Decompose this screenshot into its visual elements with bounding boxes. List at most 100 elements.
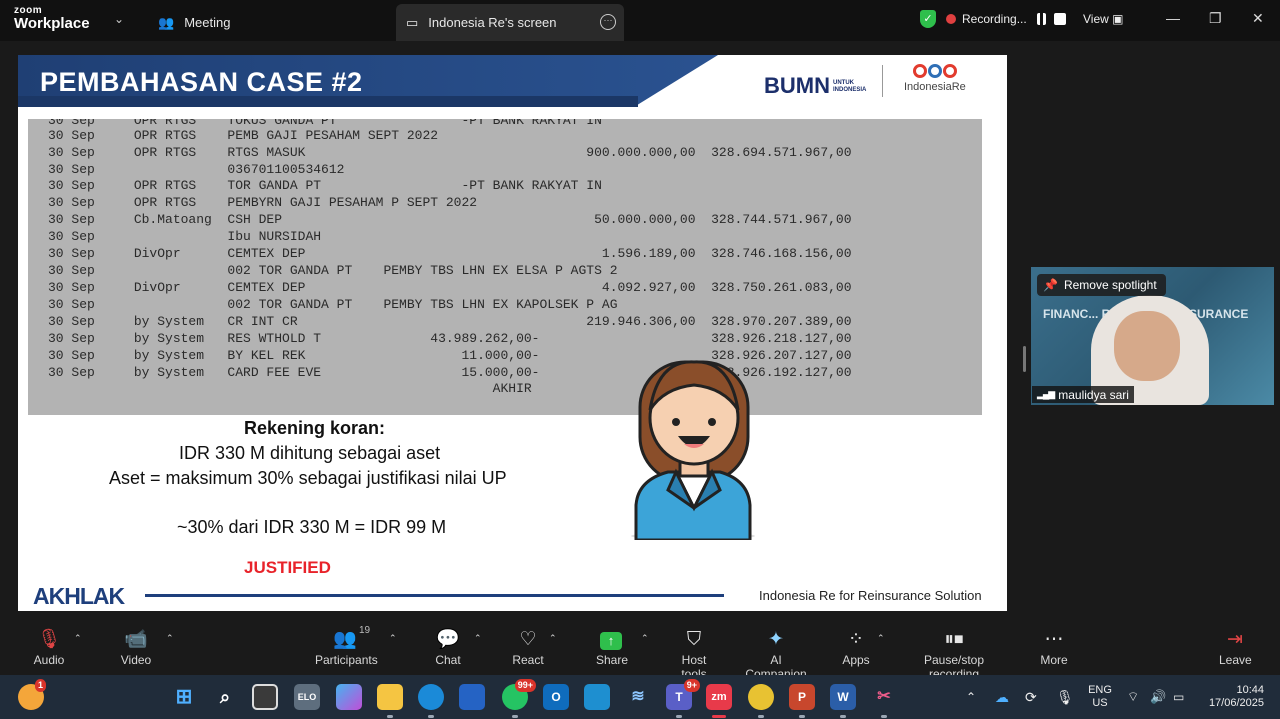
- panel-resize-handle[interactable]: [1023, 346, 1026, 372]
- bumn-logo-sub: UNTUK INDONESIA: [833, 80, 867, 94]
- whatsapp-badge: 99+: [514, 679, 536, 692]
- open-indicator: [512, 715, 518, 718]
- task-view-icon[interactable]: [252, 684, 278, 710]
- search-icon[interactable]: ⌕: [212, 684, 238, 710]
- close-icon[interactable]: ✕: [1252, 10, 1264, 27]
- slide-footer-text: Indonesia Re for Reinsurance Solution: [759, 588, 982, 603]
- security-shield-icon[interactable]: ✓: [920, 10, 936, 28]
- speaker-video-tile[interactable]: FINANC... RITING & CO... SURANCE 📌 Remov…: [1031, 267, 1274, 405]
- leave-label: Leave: [1219, 653, 1252, 667]
- tab-shared-screen[interactable]: ▭ Indonesia Re's screen ···: [396, 4, 624, 41]
- app-icon[interactable]: ≋: [625, 684, 651, 710]
- recording-dot-icon: [946, 14, 956, 24]
- zoom-workplace-logo[interactable]: zoom Workplace: [14, 6, 90, 32]
- onedrive-icon[interactable]: ☁: [995, 684, 1009, 710]
- open-indicator: [676, 715, 682, 718]
- slide-text-line: ~30% dari IDR 330 M = IDR 99 M: [177, 517, 447, 537]
- pause-recording-icon[interactable]: [1036, 13, 1046, 25]
- audio-options-caret-icon[interactable]: ⌃: [74, 633, 82, 644]
- chat-icon: 💬: [436, 629, 460, 650]
- apps-options-caret-icon[interactable]: ⌃: [877, 633, 885, 644]
- statement-row: 30 Sep OPR RTGS PEMBYRN GAJI PESAHAM P S…: [48, 195, 478, 210]
- clock-date: 17/06/2025: [1208, 697, 1264, 709]
- whatsapp-icon[interactable]: 99+: [502, 679, 536, 718]
- chat-button[interactable]: 💬 Chat: [433, 627, 463, 667]
- statement-row: 30 Sep OPR RTGS TOKUS GANDA PT -PT BANK …: [48, 119, 602, 128]
- verdict-label: JUSTIFIED: [244, 558, 331, 577]
- wifi-icon[interactable]: ⌔: [1127, 684, 1139, 710]
- pause-stop-recording-button[interactable]: ⏸⏹ Pause/stop recording: [900, 627, 1008, 681]
- microphone-icon[interactable]: 🎙: [1056, 684, 1074, 710]
- react-heart-icon: ♡: [519, 629, 537, 650]
- weather-widget-icon[interactable]: 1: [18, 679, 46, 710]
- open-indicator: [387, 715, 393, 718]
- shared-slide: PEMBAHASAN CASE #2 BUMN UNTUK INDONESIA I…: [18, 55, 1007, 611]
- microphone-muted-icon: 🎙: [36, 629, 62, 650]
- teams-icon[interactable]: T 9+: [666, 679, 700, 718]
- language-indicator[interactable]: ENG US: [1086, 684, 1114, 710]
- share-label: Share: [596, 653, 629, 667]
- share-options-caret-icon[interactable]: ⌃: [641, 633, 649, 644]
- outlook-icon[interactable]: O: [543, 684, 569, 710]
- more-options-icon[interactable]: ···: [600, 14, 616, 30]
- statement-row: AKHIR G: [48, 381, 688, 396]
- audio-label: Audio: [33, 653, 65, 667]
- ai-companion-button[interactable]: ✦ AI Companion: [739, 627, 813, 681]
- video-button[interactable]: 📹 Video: [116, 627, 156, 667]
- remove-spotlight-button[interactable]: 📌 Remove spotlight: [1037, 274, 1166, 296]
- file-explorer-icon[interactable]: [377, 684, 403, 718]
- meeting-icon: 👥: [158, 14, 175, 30]
- share-button[interactable]: ↑ Share: [596, 627, 629, 667]
- brand-workplace: Workplace: [14, 15, 90, 32]
- remove-spotlight-label: Remove spotlight: [1063, 278, 1157, 292]
- battery-icon[interactable]: ▭: [1173, 684, 1184, 710]
- leave-button[interactable]: ⇥ Leave: [1219, 627, 1252, 667]
- apps-button[interactable]: ⁘ Apps: [842, 627, 870, 667]
- recording-label: Recording...: [962, 12, 1027, 26]
- more-button[interactable]: ⋯ More: [1039, 627, 1069, 667]
- copilot-icon[interactable]: [336, 684, 362, 710]
- word-icon[interactable]: W: [830, 684, 856, 718]
- tab-meeting[interactable]: 👥 Meeting: [158, 4, 230, 41]
- chrome-icon[interactable]: [748, 684, 774, 718]
- stop-recording-icon[interactable]: [1053, 13, 1066, 25]
- indonesiare-logo: IndonesiaRe: [904, 64, 966, 93]
- share-screen-icon: ↑: [600, 632, 622, 650]
- edge-browser-icon[interactable]: [418, 684, 444, 718]
- zoom-app-icon[interactable]: zm: [706, 684, 732, 718]
- microsoft-store-icon[interactable]: [459, 684, 485, 710]
- statement-row: 30 Sep DivOpr CEMTEX DEP 4.092.927,00 32…: [48, 280, 852, 295]
- statement-row: 30 Sep 036701100534612: [48, 162, 345, 177]
- volume-icon[interactable]: 🔊: [1150, 684, 1166, 710]
- chat-options-caret-icon[interactable]: ⌃: [474, 633, 482, 644]
- share-icon-wrap: ↑: [596, 627, 626, 653]
- clock[interactable]: 10:44 17/06/2025: [1198, 684, 1264, 710]
- participants-options-caret-icon[interactable]: ⌃: [389, 633, 397, 644]
- host-tools-button[interactable]: ⛉ Host tools: [668, 627, 720, 681]
- react-button[interactable]: ♡ React: [512, 627, 544, 667]
- slide-subheading: Rekening koran:: [244, 418, 386, 438]
- powerpoint-icon[interactable]: P: [789, 684, 815, 718]
- chat-label: Chat: [435, 653, 461, 667]
- calculator-icon[interactable]: [584, 684, 610, 710]
- sync-icon[interactable]: ⟳: [1025, 684, 1037, 710]
- video-options-caret-icon[interactable]: ⌃: [166, 633, 174, 644]
- teams-badge: 9+: [683, 679, 700, 692]
- participants-label: Participants: [315, 653, 378, 667]
- elo-app-icon[interactable]: ELO: [294, 684, 320, 710]
- view-button[interactable]: View ▣: [1083, 12, 1123, 26]
- video-label: Video: [120, 653, 152, 667]
- participants-button[interactable]: 👥 19 Participants: [315, 625, 378, 667]
- react-options-caret-icon[interactable]: ⌃: [549, 633, 557, 644]
- show-hidden-icons-icon[interactable]: ⌃: [966, 684, 976, 710]
- windows-start-icon[interactable]: ⊞: [171, 684, 197, 710]
- apps-icon: ⁘: [848, 629, 864, 650]
- windows-taskbar: 1 ⊞ ⌕ ELO 99+ O ≋ T 9+ zm P W ✂ ⌃ ☁ ⟳ 🎙 …: [0, 675, 1280, 719]
- chevron-down-icon[interactable]: ⌄: [114, 12, 124, 26]
- restore-icon[interactable]: ❐: [1209, 10, 1222, 27]
- open-indicator: [840, 715, 846, 718]
- minimize-icon[interactable]: —: [1166, 10, 1180, 26]
- audio-button[interactable]: 🎙 Audio: [30, 627, 68, 667]
- slide-footer-line: [145, 594, 724, 597]
- snipping-tool-icon[interactable]: ✂: [871, 684, 897, 718]
